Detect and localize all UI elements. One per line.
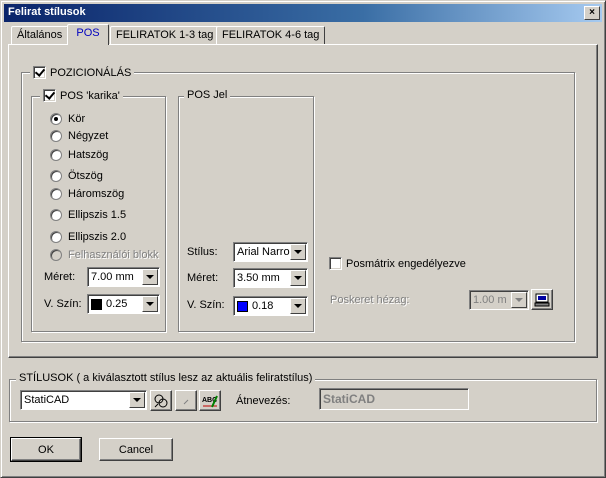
radio-kor-button[interactable] bbox=[50, 113, 62, 125]
poskeret-pick-button[interactable] bbox=[531, 289, 553, 310]
chevron-down-icon bbox=[294, 250, 302, 254]
stilus-select[interactable]: StatiCAD bbox=[20, 390, 147, 410]
jel-vszin-combo[interactable]: 0.18 bbox=[233, 296, 308, 316]
radio-ellipszis-2-0-label: Ellipszis 2.0 bbox=[68, 231, 127, 243]
jel-stilus-dropdown[interactable] bbox=[290, 244, 306, 260]
stilus-select-value: StatiCAD bbox=[24, 394, 70, 406]
radio-negyzet[interactable]: Négyzet bbox=[50, 130, 108, 142]
delete-icon bbox=[183, 399, 189, 404]
radio-otszog-label: Ötszög bbox=[68, 170, 103, 182]
ok-button[interactable]: OK bbox=[10, 437, 82, 462]
radio-kor[interactable]: Kör bbox=[50, 113, 85, 125]
radio-ellipszis-2-0-button[interactable] bbox=[50, 231, 62, 243]
jel-vszin-dropdown[interactable] bbox=[290, 298, 306, 314]
radio-negyzet-button[interactable] bbox=[50, 130, 62, 142]
radio-ellipszis-1-5-button[interactable] bbox=[50, 209, 62, 221]
pos-karika-checkbox[interactable] bbox=[43, 89, 56, 102]
tab-altalanos[interactable]: Általános bbox=[11, 26, 69, 45]
poskeret-dropdown bbox=[511, 292, 527, 308]
tab-feliratok-1-3[interactable]: FELIRATOK 1-3 tag bbox=[110, 26, 220, 45]
karika-vszin-combo[interactable]: 0.25 bbox=[87, 294, 160, 314]
radio-otszog-button[interactable] bbox=[50, 170, 62, 182]
radio-felhasznaloi-blokk-button bbox=[50, 249, 62, 261]
new-style-button[interactable] bbox=[150, 390, 172, 411]
tab-feliratok-4-6[interactable]: FELIRATOK 4-6 tag bbox=[216, 26, 326, 45]
cancel-button[interactable]: Cancel bbox=[99, 438, 173, 461]
pos-karika-label: POS 'karika' bbox=[60, 89, 120, 102]
radio-hatszog-button[interactable] bbox=[50, 149, 62, 161]
color-swatch-icon bbox=[91, 298, 102, 310]
karika-meret-value: 7.00 mm bbox=[91, 271, 134, 283]
pos-jel-label: POS Jel bbox=[187, 89, 228, 101]
pozicionalas-label: POZICIONÁLÁS bbox=[50, 66, 132, 79]
posmatrix-label: Posmátrix engedélyezve bbox=[346, 257, 466, 270]
radio-ellipszis-1-5[interactable]: Ellipszis 1.5 bbox=[50, 209, 126, 221]
karika-meret-combo[interactable]: 7.00 mm bbox=[87, 267, 160, 287]
radio-felhasznaloi-blokk: Felhasználói blokk bbox=[50, 249, 159, 261]
pozicionalas-legend[interactable]: POZICIONÁLÁS bbox=[30, 66, 135, 79]
jel-meret-value: 3.50 mm bbox=[237, 272, 280, 284]
chevron-down-icon bbox=[294, 276, 302, 280]
radio-haromszog-button[interactable] bbox=[50, 188, 62, 200]
radio-haromszog[interactable]: Háromszög bbox=[50, 188, 124, 200]
stilus-select-dropdown[interactable] bbox=[129, 392, 145, 408]
karika-meret-label: Méret: bbox=[44, 271, 76, 283]
jel-meret-combo[interactable]: 3.50 mm bbox=[233, 268, 308, 288]
color-swatch-icon bbox=[237, 300, 248, 312]
jel-meret-label: Méret: bbox=[187, 272, 219, 284]
close-icon: × bbox=[589, 7, 595, 18]
karika-meret-dropdown[interactable] bbox=[142, 269, 158, 285]
apply-style-button[interactable]: ABC bbox=[199, 390, 221, 411]
karika-vszin-dropdown[interactable] bbox=[142, 296, 158, 312]
text-edit-icon: ABC bbox=[202, 395, 218, 407]
copy-style-icon bbox=[154, 394, 168, 407]
chevron-down-icon bbox=[515, 298, 523, 302]
jel-vszin-label: V. Szín: bbox=[187, 299, 225, 311]
chevron-down-icon bbox=[146, 275, 154, 279]
pos-karika-legend[interactable]: POS 'karika' bbox=[40, 89, 123, 102]
pos-jel-legend: POS Jel bbox=[184, 89, 231, 101]
radio-hatszog-label: Hatszög bbox=[68, 149, 109, 161]
stilusok-label: STÍLUSOK ( a kiválasztott stílus lesz az… bbox=[19, 372, 313, 384]
radio-otszog[interactable]: Ötszög bbox=[50, 170, 103, 182]
stilusok-legend: STÍLUSOK ( a kiválasztott stílus lesz az… bbox=[16, 372, 316, 384]
chevron-down-icon bbox=[294, 304, 302, 308]
radio-negyzet-label: Négyzet bbox=[68, 130, 109, 142]
jel-stilus-combo[interactable]: Arial Narro bbox=[233, 242, 308, 262]
rename-input[interactable]: StatiCAD bbox=[319, 388, 469, 410]
chevron-down-icon bbox=[146, 302, 154, 306]
jel-stilus-value: Arial Narro bbox=[237, 246, 290, 258]
jel-stilus-label: Stílus: bbox=[187, 246, 218, 258]
radio-hatszog[interactable]: Hatszög bbox=[50, 149, 108, 161]
close-button[interactable]: × bbox=[584, 6, 600, 20]
tab-pos[interactable]: POS bbox=[67, 24, 109, 45]
radio-ellipszis-2-0[interactable]: Ellipszis 2.0 bbox=[50, 231, 126, 243]
karika-vszin-value: 0.25 bbox=[106, 298, 128, 310]
posmatrix-toggle[interactable]: Posmátrix engedélyezve bbox=[329, 257, 466, 270]
jel-vszin-value: 0.18 bbox=[252, 300, 274, 312]
delete-style-button[interactable] bbox=[175, 390, 197, 411]
rename-label: Átnevezés: bbox=[236, 395, 291, 407]
pozicionalas-checkbox[interactable] bbox=[33, 66, 46, 79]
poskeret-value: 1.00 m bbox=[473, 294, 507, 306]
radio-ellipszis-1-5-label: Ellipszis 1.5 bbox=[68, 209, 127, 221]
radio-haromszog-label: Háromszög bbox=[68, 188, 125, 200]
poskeret-combo: 1.00 m bbox=[469, 290, 529, 310]
karika-vszin-label: V. Szín: bbox=[44, 298, 82, 310]
title-bar[interactable]: Felirat stílusok × bbox=[4, 4, 602, 22]
posmatrix-checkbox[interactable] bbox=[329, 257, 342, 270]
jel-meret-dropdown[interactable] bbox=[290, 270, 306, 286]
radio-felhasznaloi-blokk-label: Felhasználói blokk bbox=[68, 249, 159, 261]
window-title: Felirat stílusok bbox=[8, 6, 86, 18]
monitor-icon bbox=[534, 293, 550, 306]
poskeret-label: Poskeret hézag: bbox=[330, 294, 410, 306]
chevron-down-icon bbox=[133, 398, 141, 402]
radio-kor-label: Kör bbox=[68, 113, 86, 125]
